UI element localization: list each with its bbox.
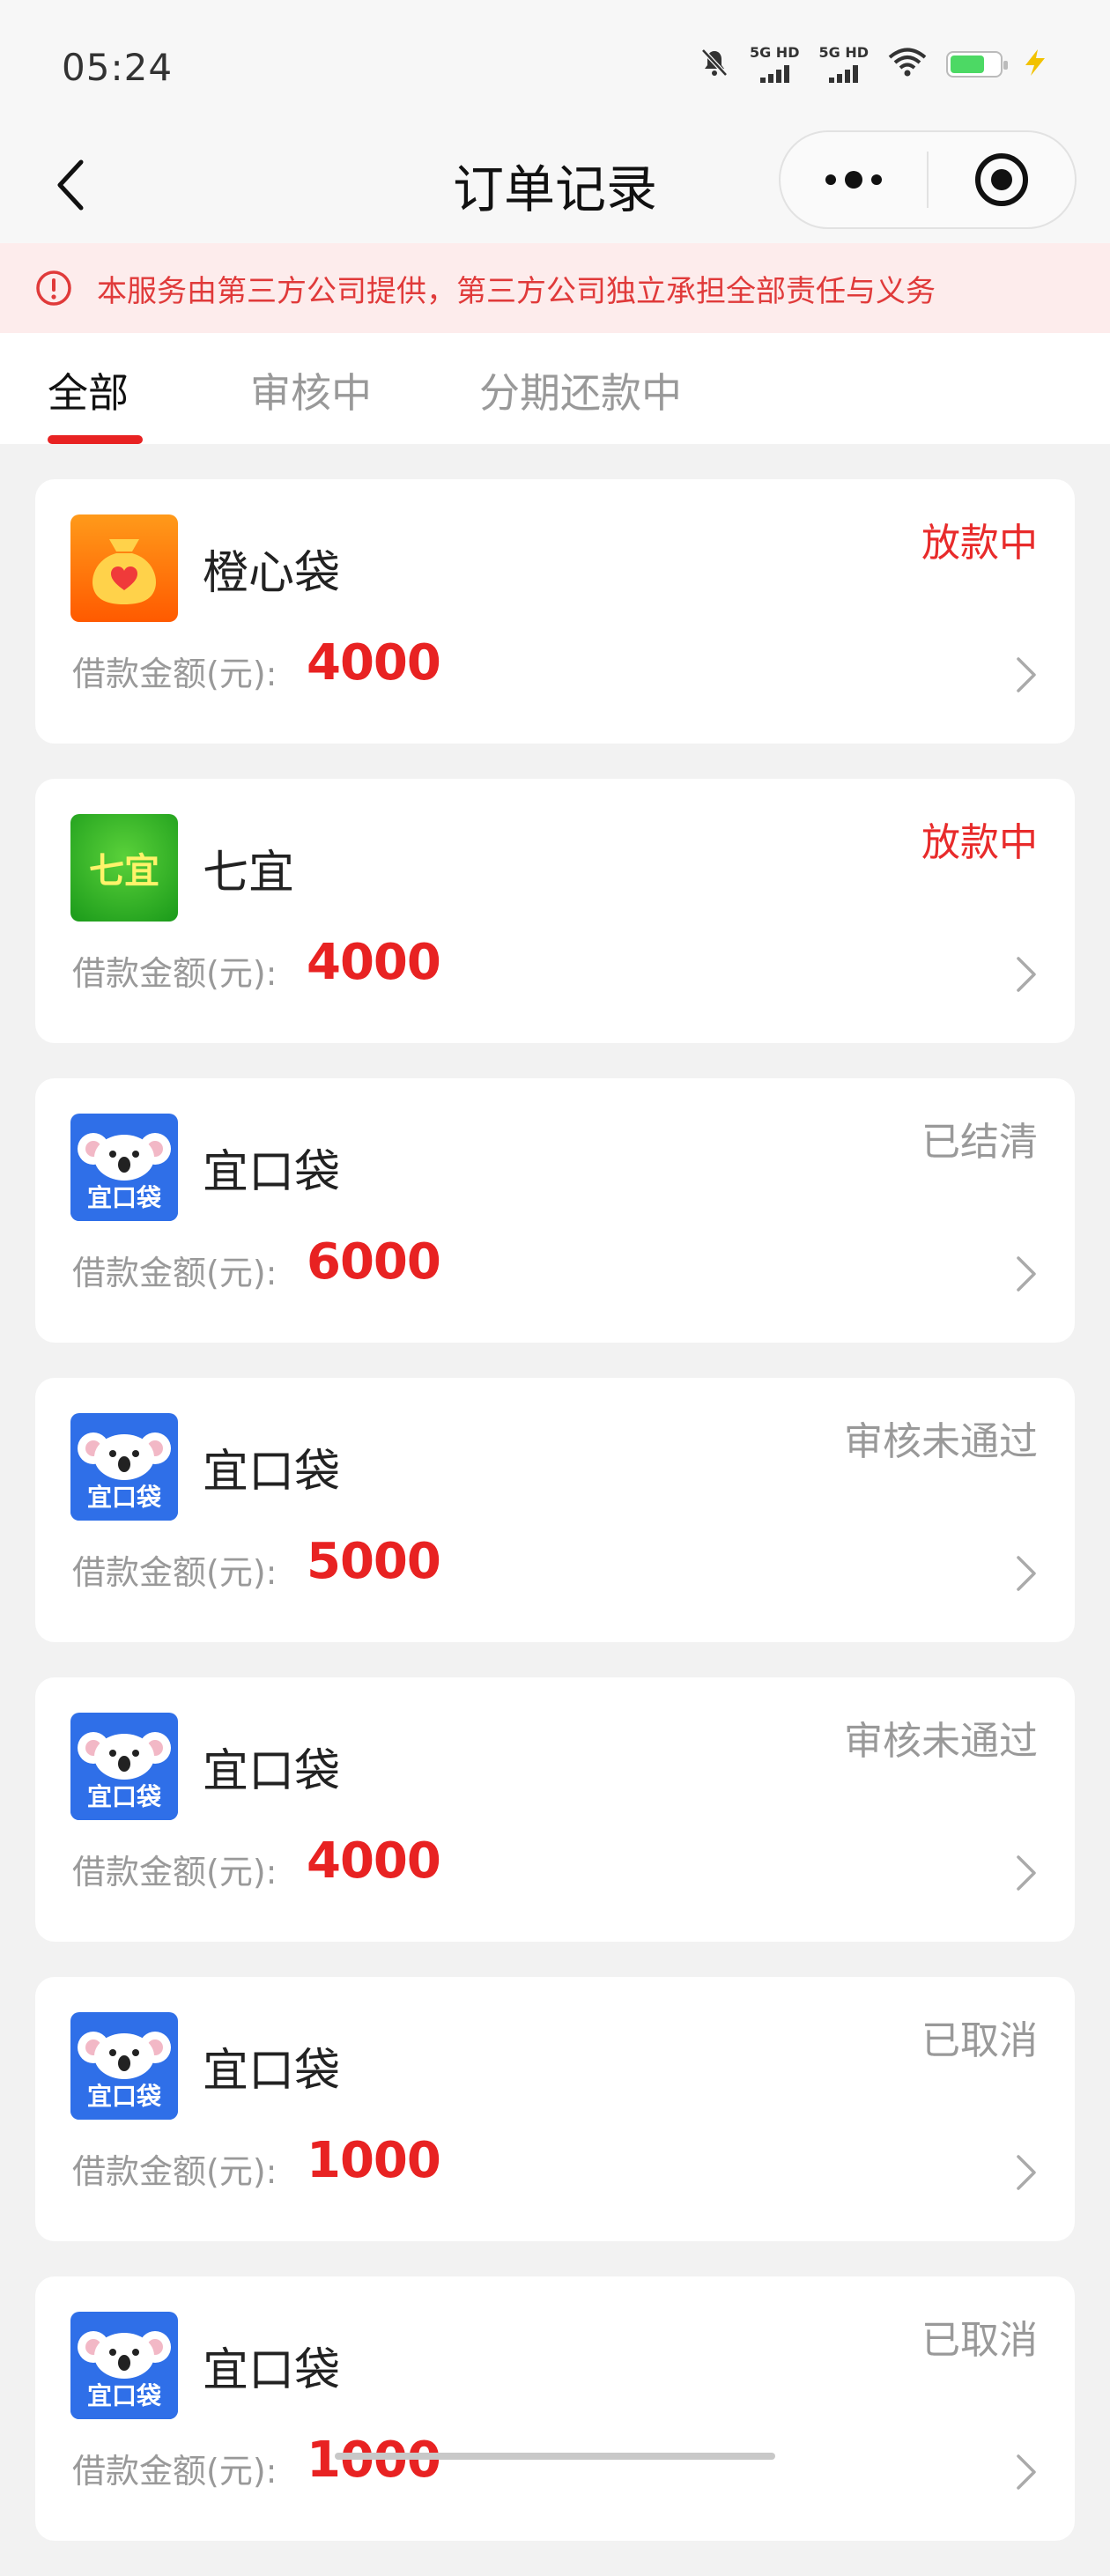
mini-program-close-icon <box>975 153 1028 206</box>
order-status: 审核未通过 <box>844 1419 1038 1464</box>
charging-icon <box>1022 48 1048 81</box>
amount-label: 借款金额(元): <box>72 1553 278 1592</box>
order-card[interactable]: 宜口袋 宜口袋 已取消 借款金额(元): 1000 <box>35 1977 1075 2241</box>
tab-installment[interactable]: 分期还款中 <box>479 361 682 419</box>
order-card[interactable]: 宜口袋 宜口袋 审核未通过 借款金额(元): 4000 <box>35 1677 1075 1942</box>
qiyi-green-logo: 七宜 <box>70 814 178 922</box>
amount-label: 借款金额(元): <box>72 2152 278 2191</box>
lender-name: 七宜 <box>203 847 295 899</box>
koala-logo: 宜口袋 <box>70 1713 178 1820</box>
battery-icon <box>946 51 1008 78</box>
more-button[interactable] <box>781 132 927 227</box>
amount-value: 1000 <box>307 2132 441 2189</box>
order-status: 放款中 <box>921 820 1038 865</box>
order-card[interactable]: 宜口袋 宜口袋 已结清 借款金额(元): 6000 <box>35 1078 1075 1343</box>
signal-label: 5G HD <box>749 44 800 61</box>
logo-text: 宜口袋 <box>86 1483 161 1512</box>
order-card[interactable]: 七宜 七宜 放款中 借款金额(元): 4000 <box>35 779 1075 1043</box>
koala-logo: 宜口袋 <box>70 2312 178 2419</box>
status-time: 05:24 <box>62 46 174 89</box>
order-status: 审核未通过 <box>844 1719 1038 1764</box>
mute-icon <box>699 47 730 82</box>
status-icons: 5G HD 5G HD <box>699 46 1048 83</box>
lender-name: 宜口袋 <box>203 1745 341 1798</box>
order-status: 已取消 <box>921 2318 1038 2363</box>
lender-name: 宜口袋 <box>203 1146 341 1199</box>
nav-bar: 订单记录 <box>0 123 1110 243</box>
more-icon <box>825 171 882 189</box>
logo-text: 宜口袋 <box>86 2381 161 2410</box>
order-card[interactable]: 宜口袋 宜口袋 已取消 借款金额(元): 1000 <box>35 2276 1075 2541</box>
koala-logo: 宜口袋 <box>70 1413 178 1521</box>
logo-text: 宜口袋 <box>86 1183 161 1212</box>
amount-value: 4000 <box>307 1832 441 1890</box>
chevron-right-icon <box>1017 2155 1036 2190</box>
logo-text: 宜口袋 <box>86 1782 161 1811</box>
amount-value: 5000 <box>307 1533 441 1590</box>
tab-active-indicator <box>48 435 143 444</box>
chevron-right-icon <box>1017 2454 1036 2490</box>
amount-label: 借款金额(元): <box>72 954 278 993</box>
order-card[interactable]: 橙心袋 放款中 借款金额(元): 4000 <box>35 479 1075 744</box>
amount-value: 4000 <box>307 934 441 991</box>
disclaimer-text: 本服务由第三方公司提供，第三方公司独立承担全部责任与义务 <box>97 273 936 309</box>
order-tabs: 全部 审核中 分期还款中 <box>0 333 1110 444</box>
home-indicator <box>335 2453 775 2460</box>
wifi-icon <box>888 48 927 81</box>
order-card[interactable]: 宜口袋 宜口袋 审核未通过 借款金额(元): 5000 <box>35 1378 1075 1642</box>
signal-label: 5G HD <box>818 44 869 61</box>
mini-program-capsule <box>779 130 1077 229</box>
order-status: 已结清 <box>921 1120 1038 1165</box>
close-button[interactable] <box>929 132 1075 227</box>
amount-label: 借款金额(元): <box>72 2452 278 2491</box>
chevron-right-icon <box>1017 657 1036 692</box>
signal-icon: 5G HD <box>749 44 800 83</box>
koala-logo: 宜口袋 <box>70 2012 178 2120</box>
signal-icon: 5G HD <box>818 46 869 83</box>
koala-logo: 宜口袋 <box>70 1114 178 1221</box>
amount-value: 1000 <box>307 2432 441 2489</box>
amount-label: 借款金额(元): <box>72 1853 278 1891</box>
warning-icon <box>36 270 71 306</box>
amount-label: 借款金额(元): <box>72 1254 278 1292</box>
amount-value: 6000 <box>307 1233 441 1291</box>
disclaimer-banner: 本服务由第三方公司提供，第三方公司独立承担全部责任与义务 <box>0 243 1110 333</box>
amount-label: 借款金额(元): <box>72 655 278 693</box>
lender-name: 宜口袋 <box>203 2045 341 2098</box>
lender-name: 宜口袋 <box>203 1446 341 1499</box>
logo-text: 宜口袋 <box>86 2082 161 2111</box>
order-status: 已取消 <box>921 2018 1038 2063</box>
tab-reviewing[interactable]: 审核中 <box>250 361 372 419</box>
status-bar: 05:24 5G HD 5G HD <box>0 0 1110 132</box>
tab-all[interactable]: 全部 <box>48 361 129 419</box>
lender-name: 宜口袋 <box>203 2344 341 2397</box>
amount-value: 4000 <box>307 634 441 692</box>
chevron-right-icon <box>1017 1256 1036 1292</box>
chevron-right-icon <box>1017 957 1036 992</box>
chevron-right-icon <box>1017 1855 1036 1891</box>
lender-name: 橙心袋 <box>203 547 341 600</box>
logo-text: 七宜 <box>89 851 159 892</box>
orange-bag-logo <box>70 514 178 622</box>
order-status: 放款中 <box>921 521 1038 566</box>
chevron-right-icon <box>1017 1556 1036 1591</box>
order-list: 橙心袋 放款中 借款金额(元): 4000 七宜 七宜 放款中 借款金额(元):… <box>35 479 1075 2576</box>
